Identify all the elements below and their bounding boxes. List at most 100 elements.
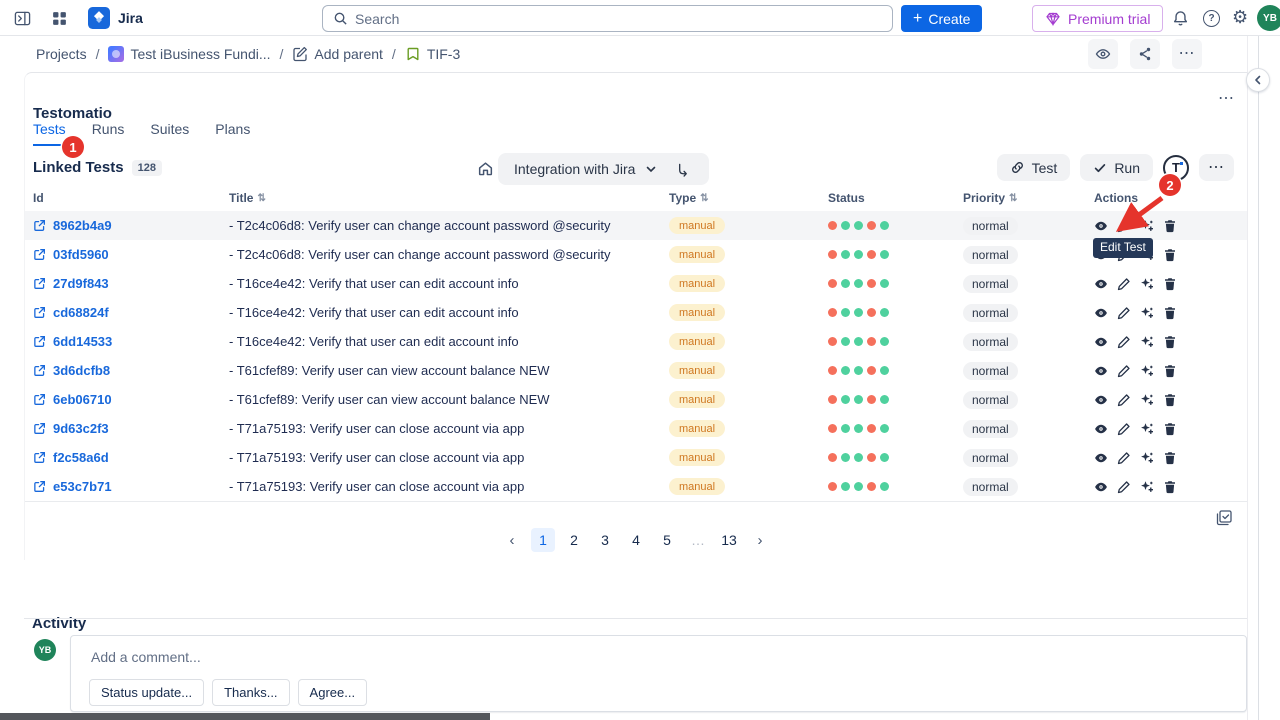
help-icon[interactable]: ?: [1203, 10, 1220, 27]
delete-icon[interactable]: [1163, 480, 1177, 494]
sidebar-toggle-icon[interactable]: [14, 10, 31, 27]
column-header-priority[interactable]: Priority⇅: [963, 191, 1094, 205]
pagination-prev[interactable]: ‹: [500, 528, 524, 552]
pagination-page-13[interactable]: 13: [717, 528, 741, 552]
quick-reply-1[interactable]: Status update...: [89, 679, 204, 706]
view-icon[interactable]: [1094, 422, 1108, 436]
delete-icon[interactable]: [1163, 422, 1177, 436]
more-actions-button[interactable]: ⋯: [1172, 39, 1202, 69]
sparkles-icon[interactable]: [1140, 364, 1154, 378]
test-button[interactable]: Test: [997, 154, 1071, 181]
table-row[interactable]: 27d9f843- T16ce4e42: Verify that user ca…: [25, 269, 1247, 298]
table-row[interactable]: 6eb06710- T61cfef89: Verify user can vie…: [25, 385, 1247, 414]
branch-dropdown[interactable]: Integration with Jira: [498, 153, 709, 185]
table-row[interactable]: 9d63c2f3- T71a75193: Verify user can clo…: [25, 414, 1247, 443]
edit-icon[interactable]: [1117, 422, 1131, 436]
pagination-next[interactable]: ›: [748, 528, 772, 552]
column-header-type[interactable]: Type⇅: [669, 191, 828, 205]
delete-icon[interactable]: [1163, 277, 1177, 291]
share-button[interactable]: [1130, 39, 1160, 69]
pagination-page-2[interactable]: 2: [562, 528, 586, 552]
edit-icon[interactable]: [1117, 277, 1131, 291]
settings-gear-icon[interactable]: ⚙: [1232, 8, 1248, 26]
create-button[interactable]: + Create: [901, 5, 982, 32]
table-row[interactable]: f2c58a6d- T71a75193: Verify user can clo…: [25, 443, 1247, 472]
view-icon[interactable]: [1094, 451, 1108, 465]
table-row[interactable]: 3d6dcfb8- T61cfef89: Verify user can vie…: [25, 356, 1247, 385]
breadcrumb-projects[interactable]: Projects: [36, 46, 87, 62]
collapse-panel-button[interactable]: [1246, 68, 1270, 92]
edit-icon[interactable]: [1117, 480, 1131, 494]
test-id-link[interactable]: 3d6dcfb8: [33, 363, 229, 378]
edit-icon[interactable]: [1117, 335, 1131, 349]
sparkles-icon[interactable]: [1140, 393, 1154, 407]
sort-icon[interactable]: ⇅: [1009, 193, 1017, 204]
user-avatar[interactable]: YB: [1257, 5, 1280, 31]
edit-icon[interactable]: [1117, 393, 1131, 407]
home-icon[interactable]: [477, 160, 494, 177]
view-icon[interactable]: [1094, 480, 1108, 494]
delete-icon[interactable]: [1163, 364, 1177, 378]
view-icon[interactable]: [1094, 219, 1108, 233]
pagination-page-3[interactable]: 3: [593, 528, 617, 552]
test-id-link[interactable]: e53c7b71: [33, 479, 229, 494]
premium-trial-button[interactable]: Premium trial: [1032, 5, 1163, 32]
panel-more-icon[interactable]: ⋯: [1218, 91, 1235, 107]
edit-icon[interactable]: [1117, 451, 1131, 465]
pagination-page-1[interactable]: 1: [531, 528, 555, 552]
sort-icon[interactable]: ⇅: [257, 193, 265, 204]
test-id-link[interactable]: 9d63c2f3: [33, 421, 229, 436]
notifications-bell-icon[interactable]: [1172, 10, 1189, 27]
tab-tests[interactable]: Tests: [33, 121, 66, 146]
edit-icon[interactable]: [1117, 306, 1131, 320]
quick-reply-2[interactable]: Thanks...: [212, 679, 289, 706]
delete-icon[interactable]: [1163, 393, 1177, 407]
tab-runs[interactable]: Runs: [92, 121, 125, 146]
sparkles-icon[interactable]: [1140, 451, 1154, 465]
sort-icon[interactable]: ⇅: [700, 193, 708, 204]
test-id-link[interactable]: 27d9f843: [33, 276, 229, 291]
run-button[interactable]: Run: [1080, 154, 1153, 181]
delete-icon[interactable]: [1163, 335, 1177, 349]
quick-reply-3[interactable]: Agree...: [298, 679, 368, 706]
table-row[interactable]: cd68824f- T16ce4e42: Verify that user ca…: [25, 298, 1247, 327]
breadcrumb-project[interactable]: Test iBusiness Fundi...: [108, 46, 270, 62]
table-row[interactable]: 6dd14533- T16ce4e42: Verify that user ca…: [25, 327, 1247, 356]
table-row[interactable]: 8962b4a9- T2c4c06d8: Verify user can cha…: [25, 211, 1247, 240]
test-id-link[interactable]: 6eb06710: [33, 392, 229, 407]
sparkles-icon[interactable]: [1140, 277, 1154, 291]
tab-plans[interactable]: Plans: [215, 121, 250, 146]
sparkles-icon[interactable]: [1140, 422, 1154, 436]
sparkles-icon[interactable]: [1140, 306, 1154, 320]
table-row[interactable]: e53c7b71- T71a75193: Verify user can clo…: [25, 472, 1247, 501]
tab-suites[interactable]: Suites: [150, 121, 189, 146]
pagination-page-5[interactable]: 5: [655, 528, 679, 552]
jira-logo-icon[interactable]: [88, 7, 110, 29]
comment-box[interactable]: Add a comment... Status update...Thanks.…: [70, 635, 1247, 712]
panel-toolbar-more-button[interactable]: ⋯: [1199, 154, 1234, 181]
delete-icon[interactable]: [1163, 306, 1177, 320]
add-parent-button[interactable]: Add parent: [292, 46, 383, 62]
watch-button[interactable]: [1088, 39, 1118, 69]
edit-icon[interactable]: [1117, 364, 1131, 378]
test-id-link[interactable]: 8962b4a9: [33, 218, 229, 233]
test-id-link[interactable]: cd68824f: [33, 305, 229, 320]
delete-icon[interactable]: [1163, 248, 1177, 262]
sparkles-icon[interactable]: [1140, 335, 1154, 349]
breadcrumb-issue[interactable]: TIF-3: [405, 46, 460, 62]
table-row[interactable]: 03fd5960- T2c4c06d8: Verify user can cha…: [25, 240, 1247, 269]
test-id-link[interactable]: f2c58a6d: [33, 450, 229, 465]
sparkles-icon[interactable]: [1140, 480, 1154, 494]
pagination-page-4[interactable]: 4: [624, 528, 648, 552]
bulk-check-icon[interactable]: [1215, 509, 1233, 527]
test-id-link[interactable]: 03fd5960: [33, 247, 229, 262]
app-switcher-icon[interactable]: [51, 10, 68, 27]
view-icon[interactable]: [1094, 277, 1108, 291]
search-input[interactable]: Search: [322, 5, 893, 32]
view-icon[interactable]: [1094, 393, 1108, 407]
test-id-link[interactable]: 6dd14533: [33, 334, 229, 349]
view-icon[interactable]: [1094, 335, 1108, 349]
view-icon[interactable]: [1094, 306, 1108, 320]
column-header-title[interactable]: Title⇅: [229, 191, 669, 205]
view-icon[interactable]: [1094, 364, 1108, 378]
